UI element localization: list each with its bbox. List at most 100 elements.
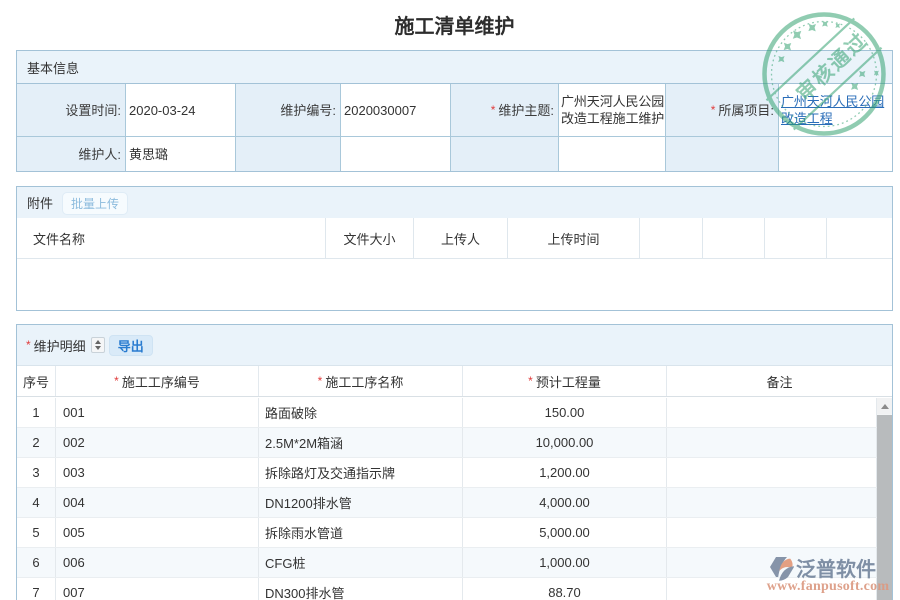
basic-info-section: 基本信息 设置时间: 2020-03-24 维护编号: 2020030007 *… bbox=[16, 50, 893, 172]
required-marker: * bbox=[711, 102, 716, 119]
maintainer-value: 黄思璐 bbox=[126, 137, 235, 171]
cell-qty: 88.70 bbox=[463, 578, 667, 600]
required-marker: * bbox=[114, 374, 119, 388]
empty-label-cell bbox=[451, 137, 558, 171]
cell-seq: 1 bbox=[17, 398, 56, 427]
col-name: *施工工序名称 bbox=[259, 366, 463, 396]
table-row[interactable]: 3 003 拆除路灯及交通指示牌 1,200.00 bbox=[17, 458, 877, 488]
col-seq: 序号 bbox=[17, 366, 56, 396]
attachments-table-header: 文件名称 文件大小 上传人 上传时间 bbox=[17, 218, 892, 259]
vendor-watermark: 泛普软件 www.fanpusoft.com bbox=[769, 553, 893, 595]
cell-name: 2.5M*2M箱涵 bbox=[259, 428, 463, 457]
col-empty bbox=[640, 218, 703, 258]
subject-label: *维护主题: bbox=[451, 84, 558, 136]
cell-name: DN1200排水管 bbox=[259, 488, 463, 517]
set-time-label: 设置时间: bbox=[17, 84, 125, 136]
cell-note bbox=[667, 518, 877, 547]
col-empty bbox=[703, 218, 765, 258]
table-row[interactable]: 1 001 路面破除 150.00 bbox=[17, 398, 877, 428]
basic-info-header: 基本信息 bbox=[17, 51, 892, 84]
project-link[interactable]: 广州天河人民公园改造工程 bbox=[781, 93, 892, 127]
cell-code: 003 bbox=[56, 458, 259, 487]
cell-note bbox=[667, 398, 877, 427]
empty-value-cell bbox=[559, 137, 665, 171]
vendor-name: 泛普软件 bbox=[796, 553, 876, 582]
col-qty: *预计工程量 bbox=[463, 366, 667, 396]
basic-info-table: 设置时间: 2020-03-24 维护编号: 2020030007 *维护主题:… bbox=[17, 84, 892, 171]
cell-seq: 3 bbox=[17, 458, 56, 487]
cell-note bbox=[667, 488, 877, 517]
maint-no-label: 维护编号: bbox=[236, 84, 340, 136]
detail-header: * 维护明细 导出 bbox=[17, 325, 892, 366]
cell-name: 路面破除 bbox=[259, 398, 463, 427]
cell-code: 005 bbox=[56, 518, 259, 547]
vendor-url: www.fanpusoft.com bbox=[763, 579, 893, 595]
page-title: 施工清单维护 bbox=[16, 10, 893, 39]
cell-seq: 6 bbox=[17, 548, 56, 577]
col-file-name: 文件名称 bbox=[17, 218, 326, 258]
cell-name: 拆除路灯及交通指示牌 bbox=[259, 458, 463, 487]
attachments-header: 附件 批量上传 bbox=[17, 187, 892, 218]
table-row[interactable]: 2 002 2.5M*2M箱涵 10,000.00 bbox=[17, 428, 877, 458]
empty-label-cell bbox=[236, 137, 340, 171]
required-marker: * bbox=[491, 102, 496, 119]
cell-qty: 1,000.00 bbox=[463, 548, 667, 577]
cell-qty: 1,200.00 bbox=[463, 458, 667, 487]
sort-down-icon bbox=[95, 346, 101, 350]
empty-value-cell bbox=[779, 137, 892, 171]
table-row[interactable]: 5 005 拆除雨水管道 5,000.00 bbox=[17, 518, 877, 548]
cell-note bbox=[667, 458, 877, 487]
cell-code: 006 bbox=[56, 548, 259, 577]
scroll-up-icon bbox=[881, 404, 889, 409]
col-empty bbox=[827, 218, 892, 258]
cell-name: CFG桩 bbox=[259, 548, 463, 577]
batch-upload-button[interactable]: 批量上传 bbox=[62, 192, 128, 215]
scroll-up-button[interactable] bbox=[877, 398, 892, 414]
set-time-value: 2020-03-24 bbox=[126, 84, 235, 136]
detail-table-body: 1 001 路面破除 150.00 2 002 2.5M*2M箱涵 10,000… bbox=[17, 398, 877, 600]
detail-title: 维护明细 bbox=[34, 336, 86, 355]
col-file-size: 文件大小 bbox=[326, 218, 414, 258]
cell-code: 004 bbox=[56, 488, 259, 517]
export-button[interactable]: 导出 bbox=[109, 335, 153, 356]
empty-value-cell bbox=[341, 137, 450, 171]
required-marker: * bbox=[528, 374, 533, 388]
cell-seq: 7 bbox=[17, 578, 56, 600]
cell-seq: 2 bbox=[17, 428, 56, 457]
maintainer-label: 维护人: bbox=[17, 137, 125, 171]
col-code: *施工工序编号 bbox=[56, 366, 259, 396]
col-empty bbox=[765, 218, 827, 258]
basic-info-title: 基本信息 bbox=[27, 58, 79, 77]
cell-qty: 150.00 bbox=[463, 398, 667, 427]
cell-name: 拆除雨水管道 bbox=[259, 518, 463, 547]
project-value: 广州天河人民公园改造工程 bbox=[779, 84, 892, 136]
project-label: *所属项目: bbox=[666, 84, 778, 136]
cell-seq: 4 bbox=[17, 488, 56, 517]
cell-seq: 5 bbox=[17, 518, 56, 547]
table-row[interactable]: 4 004 DN1200排水管 4,000.00 bbox=[17, 488, 877, 518]
cell-code: 001 bbox=[56, 398, 259, 427]
cell-code: 002 bbox=[56, 428, 259, 457]
subject-value: 广州天河人民公园改造工程施工维护 bbox=[559, 84, 665, 136]
sort-icon[interactable] bbox=[91, 337, 105, 353]
cell-code: 007 bbox=[56, 578, 259, 600]
empty-label-cell bbox=[666, 137, 778, 171]
required-marker: * bbox=[318, 374, 323, 388]
sort-up-icon bbox=[95, 340, 101, 344]
attachments-section: 附件 批量上传 文件名称 文件大小 上传人 上传时间 bbox=[16, 186, 893, 311]
page: 施工清单维护 基本信息 设置时间: 2020-03-24 维护编号: 20200… bbox=[0, 0, 900, 600]
cell-qty: 5,000.00 bbox=[463, 518, 667, 547]
vendor-logo-icon bbox=[769, 555, 795, 581]
col-uploader: 上传人 bbox=[414, 218, 508, 258]
col-upload-time: 上传时间 bbox=[508, 218, 640, 258]
detail-section: * 维护明细 导出 序号 *施工工序编号 *施工工序名称 *预计工程量 备注 1… bbox=[16, 324, 893, 600]
detail-table-header: 序号 *施工工序编号 *施工工序名称 *预计工程量 备注 bbox=[17, 366, 892, 397]
cell-note bbox=[667, 428, 877, 457]
table-row[interactable]: 7 007 DN300排水管 88.70 bbox=[17, 578, 877, 600]
required-marker: * bbox=[26, 338, 31, 352]
cell-name: DN300排水管 bbox=[259, 578, 463, 600]
cell-qty: 4,000.00 bbox=[463, 488, 667, 517]
cell-qty: 10,000.00 bbox=[463, 428, 667, 457]
table-row[interactable]: 6 006 CFG桩 1,000.00 bbox=[17, 548, 877, 578]
col-note: 备注 bbox=[667, 366, 892, 396]
